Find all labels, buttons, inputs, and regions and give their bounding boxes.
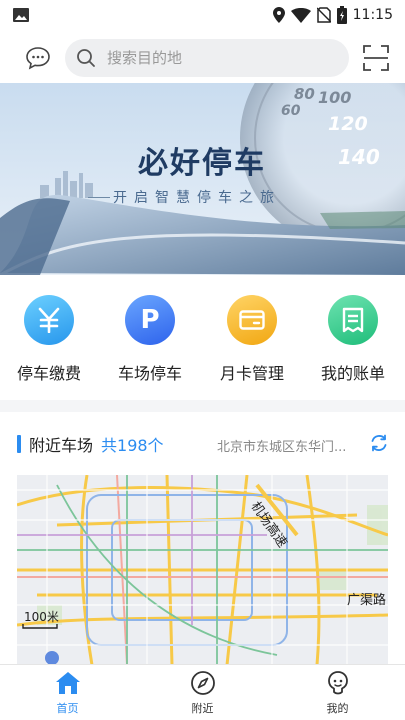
search-icon: [75, 47, 97, 69]
location-icon: [272, 7, 285, 23]
quick-action-monthly-card[interactable]: 月卡管理: [212, 295, 292, 384]
quick-action-label: 车场停车: [117, 364, 182, 383]
map-roads: [17, 475, 388, 665]
tab-label: 首页: [56, 702, 79, 715]
bill-icon: [328, 295, 378, 345]
quick-action-label: 月卡管理: [219, 364, 284, 383]
quick-action-my-bill[interactable]: 我的账单: [313, 295, 393, 384]
top-bar: [0, 30, 405, 86]
tab-label: 附近: [191, 702, 214, 715]
nearby-section: 附近车场 共198个 北京市东城区东华门... 100米 机场高速 广渠路: [0, 412, 405, 665]
home-icon: [54, 669, 82, 697]
bottom-tab-bar: 首页 附近 我的: [0, 664, 405, 720]
search-bar[interactable]: [65, 39, 349, 77]
speed-mark: 60: [281, 103, 301, 119]
banner-title: 必好停车: [138, 146, 266, 181]
scan-button[interactable]: [362, 44, 390, 72]
speed-mark: 140: [338, 145, 380, 169]
banner-subtitle: 开启智慧停车之旅: [113, 190, 281, 206]
battery-icon: [336, 6, 347, 24]
status-bar: 11:15: [0, 0, 405, 30]
scan-icon: [363, 45, 389, 71]
no-sim-icon: [316, 7, 331, 23]
gallery-icon: [13, 8, 29, 22]
current-address[interactable]: 北京市东城区东华门...: [217, 436, 352, 455]
nearby-count[interactable]: 共198个: [101, 432, 164, 456]
parking-icon: P: [125, 295, 175, 345]
status-time: 11:15: [352, 7, 393, 23]
wifi-icon: [290, 7, 311, 23]
nearby-header: 附近车场 共198个: [17, 432, 164, 456]
map-scale-label: 100米: [24, 610, 59, 624]
speed-mark: 100: [318, 88, 352, 107]
speed-mark: 80: [294, 85, 315, 103]
section-accent-bar: [17, 435, 21, 453]
tab-mine[interactable]: 我的: [270, 665, 405, 720]
quick-actions: 停车缴费 P 车场停车 月卡管理 我的账单: [0, 275, 405, 400]
message-button[interactable]: [22, 42, 54, 74]
speed-mark: 120: [328, 113, 368, 135]
banner-divider: [88, 197, 110, 198]
nearby-title: 附近车场: [29, 436, 94, 455]
parking-letter: P: [140, 305, 160, 335]
refresh-location-button[interactable]: [369, 433, 389, 453]
tab-home[interactable]: 首页: [0, 665, 135, 720]
nearby-map[interactable]: 100米 机场高速 广渠路: [17, 475, 388, 665]
user-icon: [324, 669, 352, 697]
quick-action-label: 我的账单: [320, 364, 385, 383]
tab-label: 我的: [326, 702, 349, 715]
refresh-icon: [371, 434, 387, 452]
message-icon: [26, 47, 50, 70]
yen-icon: [24, 295, 74, 345]
quick-action-label: 停车缴费: [16, 364, 81, 383]
card-icon: [227, 295, 277, 345]
tab-nearby[interactable]: 附近: [135, 665, 270, 720]
search-input[interactable]: [107, 49, 327, 67]
quick-action-lot-parking[interactable]: P 车场停车: [110, 295, 190, 384]
promo-banner[interactable]: 60 80 100 120 140 必好停车 开启智慧停车之旅: [0, 83, 405, 275]
compass-icon: [189, 669, 217, 697]
quick-action-parking-fee[interactable]: 停车缴费: [9, 295, 89, 384]
map-label: 广渠路: [347, 593, 387, 608]
